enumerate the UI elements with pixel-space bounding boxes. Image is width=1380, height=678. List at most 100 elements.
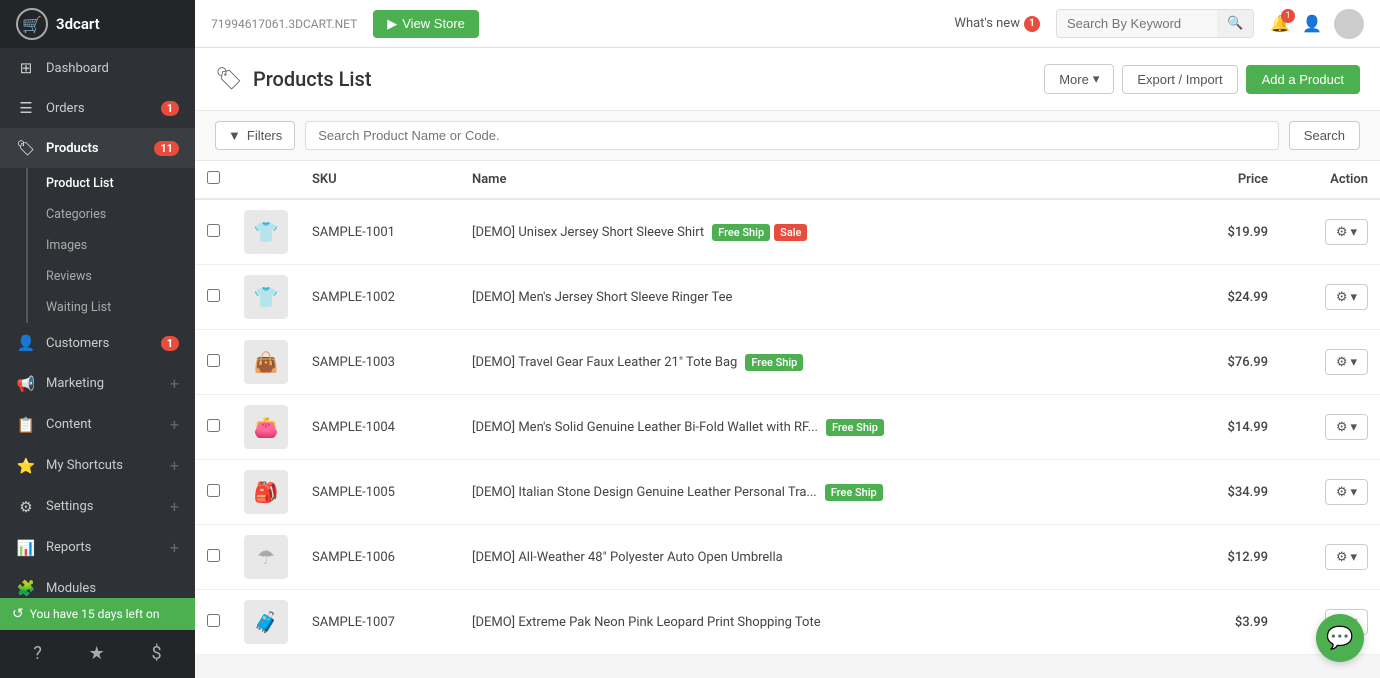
action-dropdown-icon: ▾ bbox=[1350, 224, 1357, 240]
sidebar-sub-item-product-list[interactable]: Product List bbox=[0, 168, 195, 199]
add-label: Add a Product bbox=[1262, 72, 1344, 87]
sidebar-item-orders[interactable]: ☰ Orders 1 bbox=[0, 88, 195, 128]
sidebar-item-label: Customers bbox=[46, 336, 161, 351]
product-name: [DEMO] All-Weather 48" Polyester Auto Op… bbox=[460, 525, 1160, 590]
sidebar-item-products[interactable]: 🏷 Products 11 bbox=[0, 128, 195, 168]
sidebar-sub-item-waiting-list[interactable]: Waiting List bbox=[0, 292, 195, 323]
sidebar-sub-item-categories[interactable]: Categories bbox=[0, 199, 195, 230]
product-name: [DEMO] Men's Solid Genuine Leather Bi-Fo… bbox=[460, 395, 1160, 460]
table-row: 👕SAMPLE-1002[DEMO] Men's Jersey Short Sl… bbox=[195, 265, 1380, 330]
sidebar-item-reports[interactable]: 📊 Reports + bbox=[0, 527, 195, 568]
name-header: Name bbox=[460, 161, 1160, 199]
favorites-icon[interactable]: ★ bbox=[79, 639, 115, 668]
search-icon[interactable]: 🔍 bbox=[1217, 10, 1253, 37]
row-checkbox[interactable] bbox=[207, 354, 220, 367]
sidebar-item-content[interactable]: 📋 Content + bbox=[0, 404, 195, 445]
sub-item-label: Images bbox=[46, 238, 87, 253]
product-action-cell: ⚙ ▾ bbox=[1280, 330, 1380, 395]
free-ship-badge: Free Ship bbox=[826, 419, 884, 436]
price-header: Price bbox=[1160, 161, 1280, 199]
billing-icon[interactable]: $ bbox=[141, 639, 171, 668]
customers-icon: 👤 bbox=[16, 334, 36, 352]
product-price: $76.99 bbox=[1160, 330, 1280, 395]
free-ship-badge: Free Ship bbox=[825, 484, 883, 501]
row-checkbox[interactable] bbox=[207, 549, 220, 562]
whats-new-label: What's new bbox=[954, 16, 1020, 31]
product-name: [DEMO] Extreme Pak Neon Pink Leopard Pri… bbox=[460, 590, 1160, 655]
product-thumb-cell: 🎒 bbox=[232, 460, 300, 525]
sub-item-label: Product List bbox=[46, 176, 114, 191]
product-action-button[interactable]: ⚙ ▾ bbox=[1325, 479, 1368, 505]
product-sku: SAMPLE-1006 bbox=[300, 525, 460, 590]
sidebar-logo[interactable]: 🛒 3dcart bbox=[0, 0, 195, 48]
table-row: 🎒SAMPLE-1005[DEMO] Italian Stone Design … bbox=[195, 460, 1380, 525]
page-title-area: 🏷 Products List bbox=[215, 67, 371, 92]
orders-badge: 1 bbox=[161, 101, 179, 116]
product-thumb-cell: 👜 bbox=[232, 330, 300, 395]
thumb-header bbox=[232, 161, 300, 199]
product-action-cell: ⚙ ▾ bbox=[1280, 460, 1380, 525]
product-action-button[interactable]: ⚙ ▾ bbox=[1325, 219, 1368, 245]
table-row: 👜SAMPLE-1003[DEMO] Travel Gear Faux Leat… bbox=[195, 330, 1380, 395]
view-store-button[interactable]: ▶ View Store bbox=[373, 10, 479, 38]
sidebar-item-customers[interactable]: 👤 Customers 1 bbox=[0, 323, 195, 363]
sidebar-item-label: My Shortcuts bbox=[46, 458, 170, 473]
product-badges: Free ShipSale bbox=[712, 224, 807, 241]
product-thumb-cell: 👕 bbox=[232, 265, 300, 330]
product-price: $34.99 bbox=[1160, 460, 1280, 525]
add-product-button[interactable]: Add a Product bbox=[1246, 65, 1360, 94]
search-input[interactable] bbox=[1057, 10, 1217, 37]
product-badges: Free Ship bbox=[825, 484, 883, 501]
user-avatar[interactable] bbox=[1334, 9, 1364, 39]
product-name: [DEMO] Italian Stone Design Genuine Leat… bbox=[460, 460, 1160, 525]
product-action-button[interactable]: ⚙ ▾ bbox=[1325, 414, 1368, 440]
sidebar-footer: ? ★ $ bbox=[0, 629, 195, 678]
sub-item-label: Waiting List bbox=[46, 300, 111, 315]
help-icon[interactable]: ? bbox=[23, 639, 52, 668]
export-import-button[interactable]: Export / Import bbox=[1122, 65, 1237, 94]
notification-bell-icon[interactable]: 🔔 1 bbox=[1270, 14, 1290, 33]
user-icon[interactable]: 👤 bbox=[1302, 14, 1322, 33]
sidebar-item-label: Products bbox=[46, 141, 154, 156]
product-sku: SAMPLE-1003 bbox=[300, 330, 460, 395]
sku-header: SKU bbox=[300, 161, 460, 199]
product-action-button[interactable]: ⚙ ▾ bbox=[1325, 544, 1368, 570]
sidebar-sub-item-reviews[interactable]: Reviews bbox=[0, 261, 195, 292]
product-sku: SAMPLE-1005 bbox=[300, 460, 460, 525]
row-checkbox[interactable] bbox=[207, 224, 220, 237]
page-header: 🏷 Products List More ▾ Export / Import A… bbox=[195, 48, 1380, 111]
more-button[interactable]: More ▾ bbox=[1044, 64, 1114, 94]
page-header-actions: More ▾ Export / Import Add a Product bbox=[1044, 64, 1360, 94]
whats-new-button[interactable]: What's new 1 bbox=[954, 16, 1040, 32]
row-checkbox-cell bbox=[195, 460, 232, 525]
search-label: Search bbox=[1304, 128, 1345, 143]
sidebar-item-marketing[interactable]: 📢 Marketing + bbox=[0, 363, 195, 404]
notification-badge: 1 bbox=[1281, 9, 1295, 23]
row-checkbox[interactable] bbox=[207, 289, 220, 302]
filters-button[interactable]: ▼ Filters bbox=[215, 121, 295, 150]
product-price: $3.99 bbox=[1160, 590, 1280, 655]
sidebar-item-my-shortcuts[interactable]: ⭐ My Shortcuts + bbox=[0, 445, 195, 486]
trial-banner: ↺ You have 15 days left on bbox=[0, 598, 195, 630]
select-all-checkbox[interactable] bbox=[207, 171, 220, 184]
row-checkbox-cell bbox=[195, 330, 232, 395]
product-action-cell: ⚙ ▾ bbox=[1280, 395, 1380, 460]
row-checkbox[interactable] bbox=[207, 484, 220, 497]
row-checkbox[interactable] bbox=[207, 614, 220, 627]
modules-icon: 🧩 bbox=[16, 579, 36, 597]
row-checkbox-cell bbox=[195, 265, 232, 330]
sub-item-label: Reviews bbox=[46, 269, 92, 284]
orders-icon: ☰ bbox=[16, 99, 36, 117]
product-search-input[interactable] bbox=[305, 121, 1279, 150]
product-thumb-cell: 🧳 bbox=[232, 590, 300, 655]
search-button[interactable]: Search bbox=[1289, 121, 1360, 150]
sidebar-item-settings[interactable]: ⚙ Settings + bbox=[0, 486, 195, 527]
product-action-button[interactable]: ⚙ ▾ bbox=[1325, 349, 1368, 375]
chat-button[interactable]: 💬 bbox=[1316, 614, 1364, 662]
product-action-button[interactable]: ⚙ ▾ bbox=[1325, 284, 1368, 310]
sidebar-item-dashboard[interactable]: ⊞ Dashboard bbox=[0, 48, 195, 88]
product-sku: SAMPLE-1007 bbox=[300, 590, 460, 655]
sidebar-sub-item-images[interactable]: Images bbox=[0, 230, 195, 261]
row-checkbox[interactable] bbox=[207, 419, 220, 432]
product-thumb-cell: ☂ bbox=[232, 525, 300, 590]
